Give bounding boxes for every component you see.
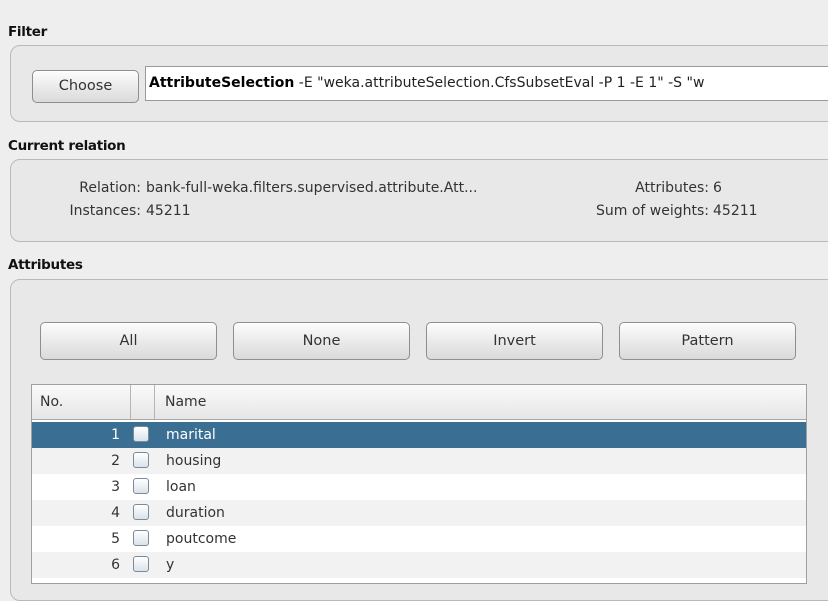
row-checkbox[interactable] [133, 478, 149, 494]
row-number: 4 [111, 505, 120, 521]
attributes-section-title: Attributes [8, 257, 83, 273]
instances-label: Instances: [69, 203, 141, 219]
relation-label: Relation: [79, 180, 141, 196]
table-row[interactable]: 2 housing [32, 448, 806, 474]
attribute-name: poutcome [166, 531, 237, 547]
row-checkbox[interactable] [133, 452, 149, 468]
column-header-name[interactable]: Name [165, 385, 206, 419]
table-row[interactable]: 3 loan [32, 474, 806, 500]
current-relation-title: Current relation [8, 138, 126, 154]
table-row[interactable]: 5 poutcome [32, 526, 806, 552]
current-relation-panel [10, 159, 828, 242]
column-divider[interactable] [130, 385, 131, 419]
row-checkbox[interactable] [133, 504, 149, 520]
pattern-button[interactable]: Pattern [619, 322, 796, 360]
table-row[interactable]: 1 marital [32, 422, 806, 448]
choose-button[interactable]: Choose [32, 70, 139, 103]
attribute-name: housing [166, 453, 222, 469]
filter-args: -E "weka.attributeSelection.CfsSubsetEva… [294, 75, 705, 91]
row-number: 5 [111, 531, 120, 547]
row-number: 2 [111, 453, 120, 469]
table-header: No. Name [32, 385, 806, 420]
row-checkbox[interactable] [133, 556, 149, 572]
filter-name: AttributeSelection [149, 75, 295, 91]
relation-value: bank-full-weka.filters.supervised.attrib… [146, 180, 478, 196]
filter-section-title: Filter [8, 24, 47, 40]
row-checkbox[interactable] [133, 530, 149, 546]
row-checkbox[interactable] [133, 426, 149, 442]
attribute-name: duration [166, 505, 225, 521]
select-none-button[interactable]: None [233, 322, 410, 360]
attributes-table: No. Name 1 marital 2 housing 3 loan 4 du… [31, 384, 807, 584]
row-number: 6 [111, 557, 120, 573]
attribute-name: loan [166, 479, 196, 495]
column-header-no[interactable]: No. [40, 385, 63, 419]
sum-of-weights-value: 45211 [713, 203, 758, 219]
row-number: 3 [111, 479, 120, 495]
sum-of-weights-label: Sum of weights: [595, 203, 709, 219]
table-row[interactable]: 4 duration [32, 500, 806, 526]
column-divider[interactable] [154, 385, 155, 419]
attributes-count-value: 6 [713, 180, 722, 196]
table-row[interactable]: 6 y [32, 552, 806, 578]
invert-selection-button[interactable]: Invert [426, 322, 603, 360]
filter-config-field[interactable]: AttributeSelection -E "weka.attributeSel… [145, 66, 828, 101]
attribute-name: y [166, 557, 175, 573]
attribute-name: marital [166, 427, 216, 443]
select-all-button[interactable]: All [40, 322, 217, 360]
instances-value: 45211 [146, 203, 191, 219]
attributes-count-label: Attributes: [635, 180, 709, 196]
row-number: 1 [111, 427, 120, 443]
